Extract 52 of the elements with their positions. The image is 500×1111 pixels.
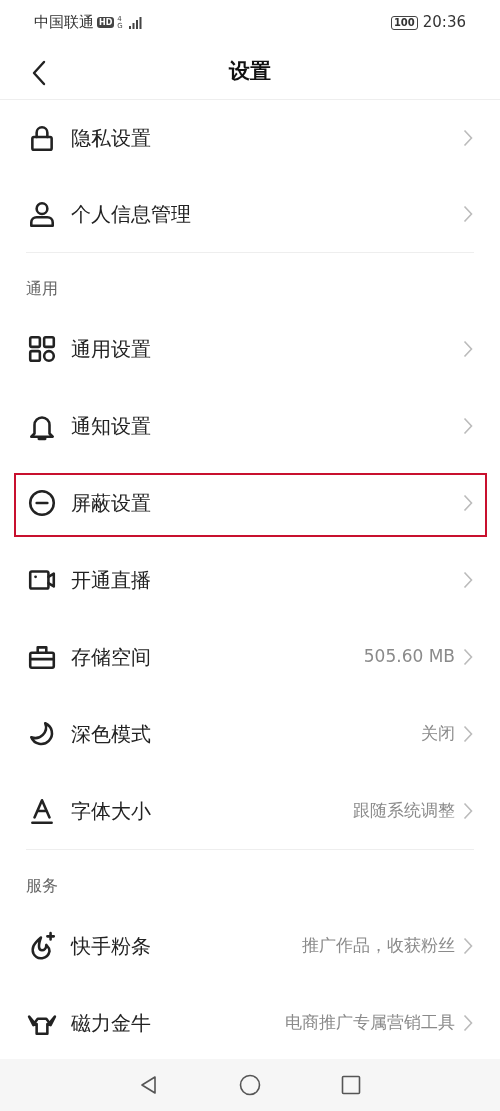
row-value: 推广作品，收获粉丝: [302, 933, 455, 957]
row-label: 存储空间: [71, 643, 151, 671]
chevron-icon: [463, 339, 473, 358]
minus-circle-icon: [27, 487, 57, 518]
settings-row[interactable]: 存储空间 505.60 MB: [0, 618, 500, 695]
person-icon: [27, 199, 57, 229]
grid-icon: [27, 333, 57, 364]
row-label: 隐私设置: [71, 125, 151, 152]
section-header: 服务: [26, 876, 58, 895]
settings-row[interactable]: 个人信息管理: [0, 176, 500, 252]
settings-row[interactable]: 快手粉条 推广作品，收获粉丝: [0, 907, 500, 984]
settings-row[interactable]: 磁力金牛 电商推广专属营销工具: [0, 984, 500, 1061]
row-value: 电商推广专属营销工具: [285, 1010, 455, 1034]
chevron-icon: [463, 724, 473, 743]
row-value: 跟随系统调整: [353, 798, 455, 822]
chevron-icon: [463, 647, 473, 666]
row-label: 深色模式: [71, 720, 151, 748]
recents-nav-button[interactable]: [341, 1075, 361, 1095]
chevron-icon: [463, 1013, 473, 1032]
section-header: 通用: [26, 279, 58, 298]
row-label: 通知设置: [71, 412, 151, 440]
chevron-icon: [463, 205, 473, 223]
settings-row[interactable]: 屏蔽设置: [0, 464, 500, 541]
carrier-name: 中国联通: [34, 12, 94, 34]
clock-time: 20:36: [422, 12, 466, 34]
row-label: 开通直播: [71, 566, 151, 594]
row-value: 关闭: [421, 721, 455, 745]
settings-row[interactable]: 深色模式 关闭: [0, 695, 500, 772]
row-value: 505.60 MB: [363, 644, 455, 668]
row-label: 字体大小: [71, 797, 151, 825]
chevron-icon: [463, 801, 473, 820]
chevron-icon: [463, 129, 473, 147]
settings-row[interactable]: 开通直播: [0, 541, 500, 618]
row-label: 个人信息管理: [71, 201, 191, 228]
row-label: 通用设置: [71, 335, 151, 363]
battery-indicator: 100: [390, 15, 418, 30]
page-title: 设置: [229, 58, 271, 86]
chevron-icon: [463, 493, 473, 512]
settings-row[interactable]: 字体大小 跟随系统调整: [0, 772, 500, 849]
home-nav-button[interactable]: [239, 1074, 261, 1096]
chevron-icon: [463, 936, 473, 955]
back-nav-button[interactable]: [139, 1075, 159, 1095]
row-label: 快手粉条: [71, 932, 151, 960]
signal-icon: [128, 15, 143, 30]
settings-row[interactable]: 通用设置: [0, 310, 500, 387]
row-label: 屏蔽设置: [71, 489, 151, 517]
row-label: 磁力金牛: [71, 1009, 151, 1037]
chevron-icon: [463, 570, 473, 589]
settings-row[interactable]: 通知设置: [0, 387, 500, 464]
chevron-icon: [463, 416, 473, 435]
settings-row[interactable]: 隐私设置: [0, 100, 500, 176]
hd-badge: HD: [97, 17, 115, 28]
